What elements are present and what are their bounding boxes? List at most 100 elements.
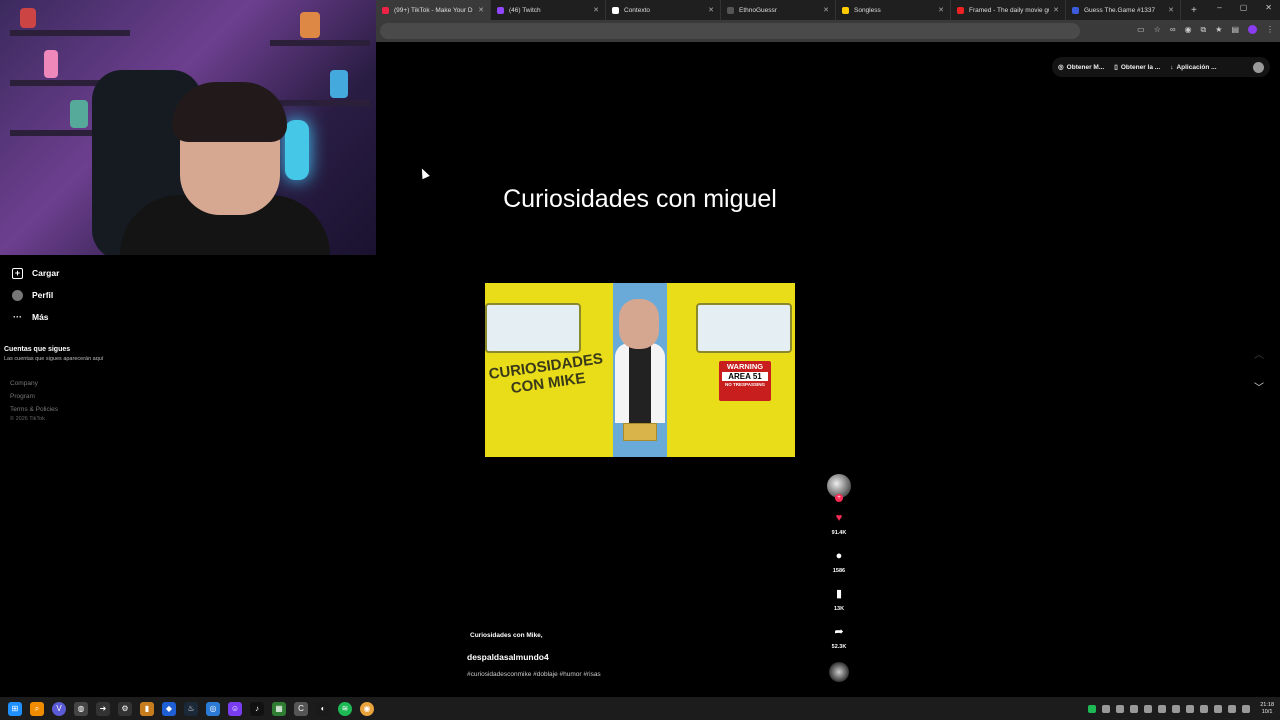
close-tab-icon[interactable]: ✕: [708, 6, 714, 14]
chevron-up-icon[interactable]: ︿: [1254, 346, 1264, 361]
tiktok-icon: [382, 6, 389, 14]
framed-icon: [957, 6, 964, 14]
tray-icon[interactable]: [1130, 704, 1139, 713]
bookmark-star-icon[interactable]: ☆: [1154, 25, 1161, 35]
tab-twitch[interactable]: (46) Twitch ✕: [491, 0, 606, 20]
comment-count: 1586: [832, 568, 846, 574]
tray-icon[interactable]: [1158, 704, 1167, 713]
cast-icon[interactable]: ▭: [1137, 25, 1145, 35]
menu-icon[interactable]: ⋮: [1266, 25, 1274, 35]
search-icon[interactable]: ⌕: [30, 701, 44, 716]
extension-icon[interactable]: ∞: [1170, 25, 1176, 35]
app-globe-icon[interactable]: ◎: [206, 701, 220, 716]
sidebar-item-profile[interactable]: Perfil: [0, 284, 376, 306]
spotify-icon[interactable]: ≋: [338, 701, 352, 716]
close-window-button[interactable]: ✕: [1265, 3, 1272, 12]
close-tab-icon[interactable]: ✕: [938, 6, 944, 14]
volume-icon[interactable]: [1242, 704, 1251, 713]
tab-framed[interactable]: Framed - The daily movie gu ✕: [951, 0, 1066, 20]
guessthegame-icon: [1072, 6, 1079, 14]
follow-plus-icon[interactable]: +: [835, 494, 843, 502]
shield-icon[interactable]: ◉: [1185, 25, 1192, 35]
save-count: 13K: [833, 606, 845, 612]
creator-avatar[interactable]: +: [827, 474, 851, 502]
app-c-icon[interactable]: C: [294, 701, 308, 716]
share-button[interactable]: ➦ 52.3K: [822, 626, 856, 650]
chevron-down-icon[interactable]: ﹀: [1254, 379, 1264, 394]
tiktok-app-icon[interactable]: ♪: [250, 701, 264, 716]
discord-icon[interactable]: ☺: [228, 701, 242, 716]
tab-title: (46) Twitch: [509, 6, 541, 14]
new-tab-button[interactable]: +: [1191, 5, 1197, 16]
tray-icon[interactable]: [1102, 704, 1111, 713]
share-icon: ➦: [834, 626, 844, 638]
tray-icon[interactable]: [1186, 704, 1195, 713]
clock[interactable]: 21:18 10/1: [1260, 702, 1274, 716]
get-coins-button[interactable]: ◎ Obtener M...: [1058, 63, 1104, 72]
ethnoguessr-icon: [727, 6, 734, 14]
save-button[interactable]: ▮ 13K: [822, 588, 856, 612]
tab-title: EthnoGuessr: [739, 6, 777, 14]
app-v-icon[interactable]: V: [52, 701, 66, 716]
creator-username[interactable]: despaldasalmundo4: [467, 652, 549, 662]
wifi-icon[interactable]: [1228, 704, 1237, 713]
toolbar-icons: ▭ ☆ ∞ ◉ ⧉ ★ ▤ ⋮: [1137, 25, 1274, 35]
music-disc-icon[interactable]: [829, 662, 849, 682]
app-dark-icon[interactable]: ◐: [316, 701, 330, 716]
coin-icon: ◎: [1058, 64, 1064, 71]
sidebar-item-label: Más: [32, 312, 49, 322]
app-gear-icon[interactable]: ⚙: [118, 701, 132, 716]
app-circle-icon[interactable]: ◍: [74, 701, 88, 716]
sidebar-icon[interactable]: ▤: [1231, 25, 1239, 35]
app-blue-icon[interactable]: ◆: [162, 701, 176, 716]
minimize-button[interactable]: –: [1217, 3, 1221, 12]
footer-link-terms[interactable]: Terms & Policies: [10, 403, 376, 416]
steam-icon[interactable]: ♨: [184, 701, 198, 716]
tray-icon[interactable]: [1144, 704, 1153, 713]
video-player[interactable]: CURIOSIDADES CON MIKE WARNING AREA 51 NO…: [485, 283, 795, 457]
close-tab-icon[interactable]: ✕: [593, 6, 599, 14]
tab-tiktok[interactable]: (99+) TikTok - Make Your D ✕: [376, 0, 491, 20]
footer-link-program[interactable]: Program: [10, 390, 376, 403]
footer-link-company[interactable]: Company: [10, 377, 376, 390]
sidebar-item-more[interactable]: ··· Más: [0, 306, 376, 328]
app-arrow-icon[interactable]: ➜: [96, 701, 110, 716]
tab-title: Guess The.Game #1337: [1084, 6, 1156, 14]
tab-songless[interactable]: Songless ✕: [836, 0, 951, 20]
windows-start-icon[interactable]: ⊞: [8, 701, 22, 716]
chrome-icon[interactable]: ◉: [360, 701, 374, 716]
close-tab-icon[interactable]: ✕: [1053, 6, 1059, 14]
taskbar: ⊞ ⌕ V ◍ ➜ ⚙ ▮ ◆ ♨ ◎ ☺ ♪ ▦ C ◐ ≋ ◉ 21:18 …: [0, 697, 1280, 720]
close-tab-icon[interactable]: ✕: [823, 6, 829, 14]
close-tab-icon[interactable]: ✕: [1168, 6, 1174, 14]
tray-spotify-icon[interactable]: [1088, 704, 1097, 713]
app-orange-icon[interactable]: ▮: [140, 701, 154, 716]
sidebar-item-upload[interactable]: + Cargar: [0, 262, 376, 284]
tab-contexto[interactable]: Contexto ✕: [606, 0, 721, 20]
user-avatar[interactable]: [1253, 61, 1264, 73]
get-app-button[interactable]: ▯ Obtener la ...: [1114, 63, 1160, 72]
comment-button[interactable]: ● 1586: [822, 550, 856, 574]
tab-guessthegame[interactable]: Guess The.Game #1337 ✕: [1066, 0, 1181, 20]
puzzle-icon[interactable]: ⧉: [1201, 25, 1207, 35]
tray-icon[interactable]: [1214, 704, 1223, 713]
reading-list-icon[interactable]: ★: [1215, 25, 1222, 35]
browser-toolbar: ▭ ☆ ∞ ◉ ⧉ ★ ▤ ⋮: [376, 20, 1280, 42]
tab-ethnoguessr[interactable]: EthnoGuessr ✕: [721, 0, 836, 20]
app-green-icon[interactable]: ▦: [272, 701, 286, 716]
maximize-button[interactable]: ▢: [1240, 3, 1248, 12]
profile-icon[interactable]: [1248, 25, 1257, 34]
desktop-app-button[interactable]: ↓ Aplicación ...: [1170, 64, 1216, 71]
like-button[interactable]: ♥ 91.4K: [822, 512, 856, 536]
tray-icon[interactable]: [1116, 704, 1125, 713]
tray-icon[interactable]: [1172, 704, 1181, 713]
tab-title: Songless: [854, 6, 881, 14]
more-icon: ···: [13, 312, 22, 322]
contexto-icon: [612, 6, 619, 14]
close-tab-icon[interactable]: ✕: [478, 6, 484, 14]
tray-icon[interactable]: [1200, 704, 1209, 713]
address-bar[interactable]: [380, 23, 1080, 39]
caption-hashtags[interactable]: #curiosidadesconmike #doblaje #humor #ri…: [467, 671, 601, 678]
video-overlay-text: CURIOSIDADES CON MIKE: [487, 350, 604, 398]
clock-time: 21:18: [1260, 701, 1274, 708]
